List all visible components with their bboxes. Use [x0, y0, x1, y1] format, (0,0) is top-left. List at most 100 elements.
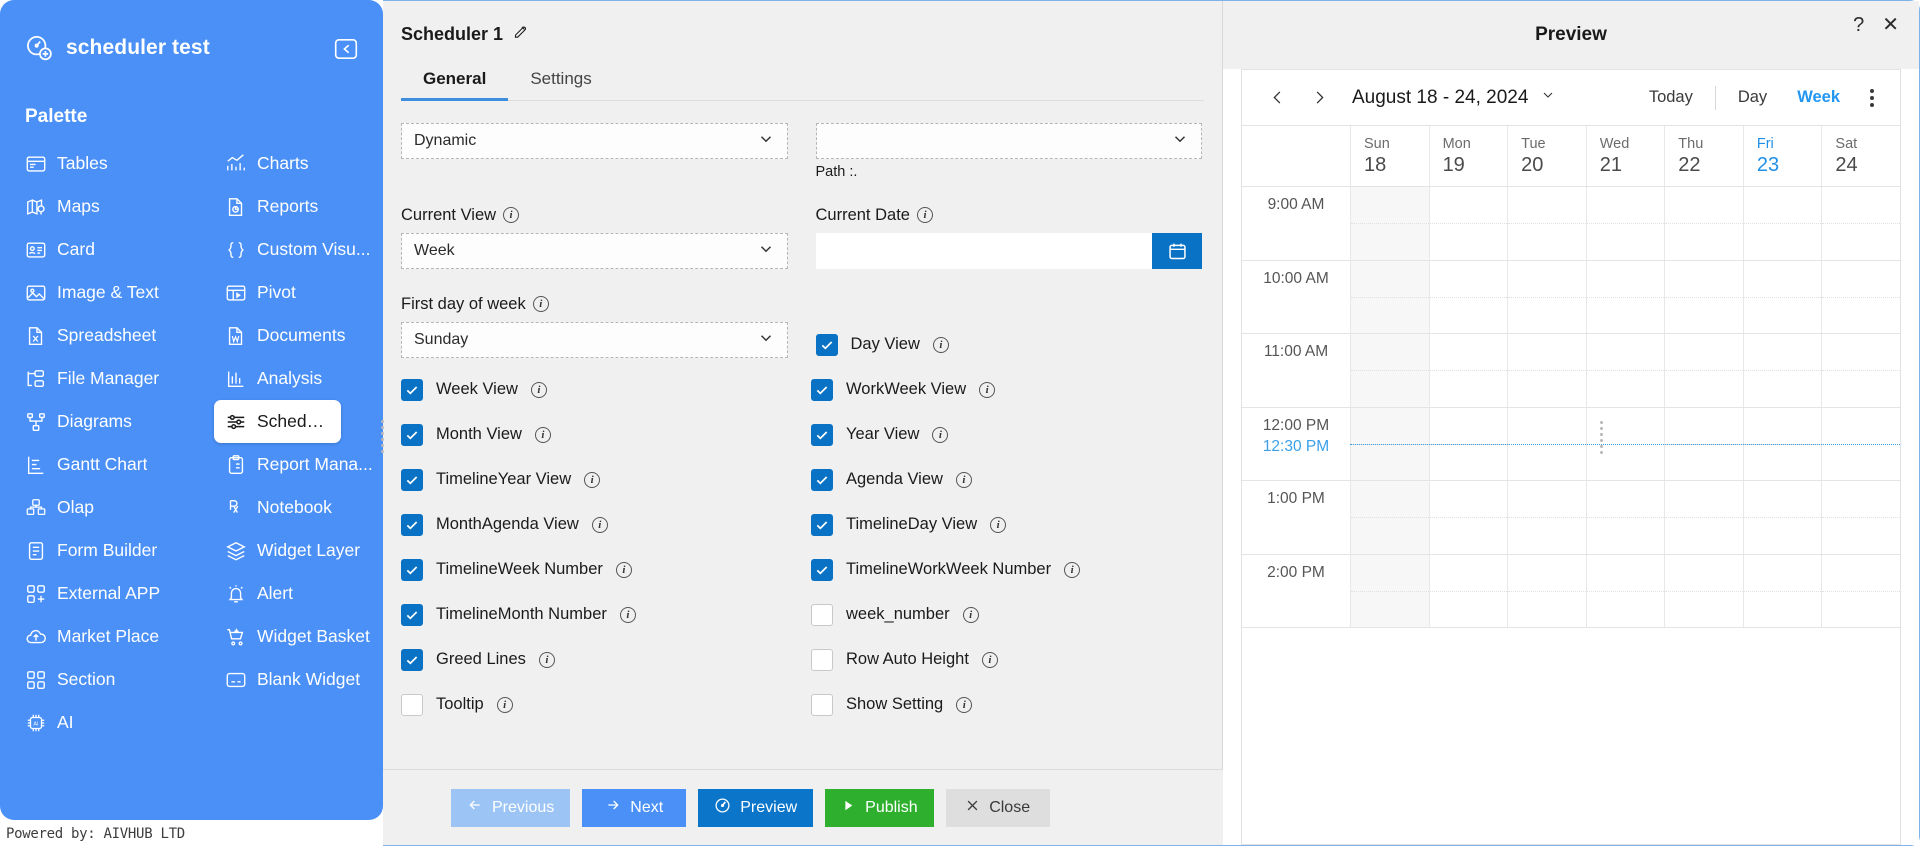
checkbox-row[interactable]: Year View i	[811, 412, 1202, 457]
info-icon[interactable]: i	[534, 426, 551, 443]
calendar-cell[interactable]	[1585, 260, 1665, 333]
current-view-select[interactable]: Week	[401, 233, 788, 269]
calendar-cell[interactable]	[1350, 260, 1429, 333]
calendar-cell[interactable]	[1428, 187, 1508, 260]
datasource-select[interactable]: Dynamic	[401, 123, 788, 159]
publish-button[interactable]: Publish	[825, 788, 934, 827]
calendar-cell[interactable]	[1428, 554, 1508, 627]
calendar-icon[interactable]	[1152, 233, 1202, 269]
sidebar-item-gantt-chart[interactable]: Gantt Chart	[14, 443, 214, 486]
checkbox-box[interactable]	[811, 423, 833, 446]
calendar-cell[interactable]	[1428, 260, 1508, 333]
current-date-input[interactable]	[815, 233, 1152, 269]
calendar-cell[interactable]	[1821, 334, 1900, 407]
panel-resize-handle-left[interactable]	[381, 420, 384, 453]
info-icon[interactable]: i	[530, 381, 547, 398]
checkbox-box[interactable]	[811, 603, 833, 626]
chevron-right-icon[interactable]	[1300, 79, 1338, 117]
checkbox-row[interactable]: Tooltip i	[401, 682, 811, 727]
close-icon[interactable]: ✕	[1882, 15, 1899, 35]
view-day-button[interactable]: Day	[1724, 82, 1781, 113]
checkbox-box[interactable]	[401, 648, 423, 671]
checkbox-box[interactable]	[815, 333, 838, 356]
sidebar-item-external-app[interactable]: External APP	[14, 572, 214, 615]
sidebar-item-image-text[interactable]: Image & Text	[14, 271, 214, 314]
calendar-day-col-wed[interactable]: Wed 21	[1585, 126, 1665, 186]
calendar-cell[interactable]	[1821, 187, 1900, 260]
checkbox-box[interactable]	[401, 603, 423, 626]
kebab-menu-icon[interactable]	[1856, 88, 1884, 107]
checkbox-row[interactable]: Row Auto Height i	[811, 637, 1202, 682]
calendar-cell[interactable]	[1664, 481, 1743, 554]
sidebar-item-card[interactable]: Card	[14, 228, 214, 271]
previous-button[interactable]: Previous	[451, 788, 571, 827]
pencil-edit-icon[interactable]	[512, 23, 529, 45]
chevron-left-icon[interactable]	[1258, 79, 1296, 117]
info-icon[interactable]: i	[990, 516, 1007, 533]
checkbox-box[interactable]	[811, 693, 833, 716]
info-icon[interactable]: i	[981, 651, 998, 668]
sidebar-item-file-manager[interactable]: File Manager	[14, 357, 214, 400]
calendar-cell[interactable]	[1350, 334, 1429, 407]
calendar-cell[interactable]	[1664, 187, 1743, 260]
calendar-cell[interactable]	[1350, 187, 1429, 260]
calendar-cell[interactable]	[1821, 554, 1900, 627]
checkbox-row[interactable]: TimelineYear View i	[401, 457, 811, 502]
checkbox-box[interactable]	[811, 513, 833, 536]
sidebar-item-ai[interactable]: AI AI	[14, 701, 383, 744]
today-button[interactable]: Today	[1635, 82, 1707, 113]
checkbox-box[interactable]	[401, 693, 423, 716]
checkbox-box[interactable]	[401, 468, 423, 491]
info-icon[interactable]: i	[955, 471, 972, 488]
calendar-day-col-fri[interactable]: Fri 23	[1742, 126, 1822, 186]
checkbox-row[interactable]: Show Setting i	[811, 682, 1202, 727]
calendar-cell[interactable]	[1350, 554, 1429, 627]
checkbox-row[interactable]: TimelineMonth Number i	[401, 592, 811, 637]
sidebar-item-documents[interactable]: Documents	[214, 314, 383, 357]
calendar-day-col-mon[interactable]: Mon 19	[1428, 126, 1508, 186]
sidebar-item-charts[interactable]: Charts	[214, 142, 383, 185]
calendar-cell[interactable]	[1742, 554, 1822, 627]
calendar-cell[interactable]	[1350, 481, 1429, 554]
sidebar-item-section[interactable]: Section	[14, 658, 214, 701]
calendar-day-col-tue[interactable]: Tue 20	[1507, 126, 1586, 186]
calendar-date-range-button[interactable]: August 18 - 24, 2024	[1352, 87, 1556, 109]
calendar-cell[interactable]	[1428, 334, 1508, 407]
info-icon[interactable]: i	[619, 606, 636, 623]
sidebar-item-diagrams[interactable]: Diagrams	[14, 400, 214, 443]
info-icon[interactable]: i	[1064, 561, 1081, 578]
first-day-select[interactable]: Sunday	[401, 322, 788, 358]
path-select[interactable]	[815, 123, 1202, 159]
calendar-cell[interactable]	[1664, 260, 1743, 333]
sidebar-item-scheduler[interactable]: Scheduler	[214, 400, 341, 443]
close-button[interactable]: Close	[945, 788, 1050, 827]
tab-general[interactable]: General	[401, 69, 509, 101]
info-icon[interactable]: i	[932, 336, 949, 353]
calendar-cell[interactable]	[1664, 334, 1743, 407]
checkbox-row[interactable]: Agenda View i	[811, 457, 1202, 502]
sidebar-item-spreadsheet[interactable]: Spreadsheet	[14, 314, 214, 357]
checkbox-row[interactable]: TimelineWeek Number i	[401, 547, 811, 592]
calendar-time-grid[interactable]: 9:00 AM 10:00 AM 11:00 AM 12:00 PM 12:30…	[1242, 187, 1900, 844]
sidebar-item-olap[interactable]: Olap	[14, 486, 214, 529]
calendar-cell[interactable]	[1507, 187, 1586, 260]
info-icon[interactable]: i	[962, 606, 979, 623]
calendar-cell[interactable]	[1507, 481, 1586, 554]
calendar-cell[interactable]	[1742, 260, 1822, 333]
calendar-cell[interactable]	[1507, 260, 1586, 333]
calendar-cell[interactable]	[1585, 481, 1665, 554]
checkbox-row[interactable]: WorkWeek View i	[811, 367, 1202, 412]
calendar-cell[interactable]	[1821, 481, 1900, 554]
sidebar-item-reports[interactable]: Reports	[214, 185, 383, 228]
sidebar-item-analysis[interactable]: Analysis	[214, 357, 383, 400]
checkbox-box[interactable]	[811, 468, 833, 491]
preview-button[interactable]: Preview	[698, 788, 814, 827]
checkbox-box[interactable]	[401, 423, 423, 446]
info-icon[interactable]: i	[979, 381, 996, 398]
checkbox-box[interactable]	[811, 648, 833, 671]
calendar-day-col-sun[interactable]: Sun 18	[1350, 126, 1429, 186]
calendar-cell[interactable]	[1742, 334, 1822, 407]
checkbox-box[interactable]	[811, 378, 833, 401]
sidebar-item-custom-visual[interactable]: Custom Visu...	[214, 228, 383, 271]
calendar-day-col-thu[interactable]: Thu 22	[1664, 126, 1743, 186]
